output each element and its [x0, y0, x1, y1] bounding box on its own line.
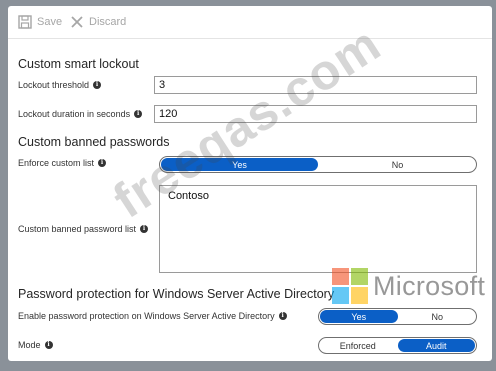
lockout-duration-label: Lockout duration in seconds i: [18, 109, 143, 119]
info-icon: i: [44, 341, 53, 349]
ad-protection-title: Password protection for Windows Server A…: [18, 287, 335, 301]
save-button[interactable]: Save: [18, 14, 62, 30]
discard-label: Discard: [89, 16, 127, 28]
mode-audit-option[interactable]: Audit: [397, 339, 475, 352]
mode-toggle[interactable]: Enforced Audit: [318, 337, 477, 354]
microsoft-wordmark: Microsoft: [373, 270, 486, 301]
enforce-custom-list-label-text: Enforce custom list: [18, 158, 95, 168]
banned-password-list-label-text: Custom banned password list: [18, 224, 137, 234]
mode-label-text: Mode: [18, 340, 41, 350]
lockout-duration-label-text: Lockout duration in seconds: [18, 109, 131, 119]
save-label: Save: [37, 16, 63, 28]
info-icon: i: [140, 225, 149, 233]
lockout-duration-value: 120: [159, 108, 178, 120]
enforce-no-option[interactable]: No: [319, 157, 476, 172]
enable-yes-option[interactable]: Yes: [320, 310, 398, 323]
banned-password-list-label: Custom banned password list i: [18, 224, 149, 234]
save-icon: [18, 15, 32, 29]
lockout-threshold-value: 3: [159, 79, 166, 91]
enable-protection-toggle[interactable]: Yes No: [318, 308, 477, 325]
lockout-threshold-label: Lockout threshold i: [18, 80, 102, 90]
mode-enforced-option[interactable]: Enforced: [319, 338, 397, 353]
enable-protection-label-text: Enable password protection on Windows Se…: [18, 311, 275, 321]
mode-label: Mode i: [18, 340, 53, 350]
logo-square-blue: [332, 287, 349, 304]
logo-square-red: [332, 268, 349, 285]
logo-square-green: [351, 268, 368, 285]
info-icon: i: [278, 312, 287, 320]
settings-panel: Save Discard Custom smart lockout Lockou…: [8, 6, 492, 361]
info-icon: i: [98, 159, 107, 167]
lockout-threshold-label-text: Lockout threshold: [18, 80, 90, 90]
info-icon: i: [134, 110, 143, 118]
toolbar: Save Discard: [8, 6, 492, 39]
enable-protection-label: Enable password protection on Windows Se…: [18, 311, 287, 321]
enforce-custom-list-label: Enforce custom list i: [18, 158, 107, 168]
microsoft-logo: Microsoft: [332, 268, 485, 304]
enable-no-option[interactable]: No: [399, 309, 477, 324]
smart-lockout-title: Custom smart lockout: [18, 57, 139, 71]
close-icon: [70, 15, 84, 29]
info-icon: i: [93, 81, 102, 89]
logo-square-yellow: [351, 287, 368, 304]
discard-button[interactable]: Discard: [70, 14, 126, 30]
microsoft-logo-icon: [332, 268, 368, 304]
banned-passwords-title: Custom banned passwords: [18, 135, 170, 149]
banned-password-list-textarea[interactable]: Contoso: [159, 185, 477, 273]
